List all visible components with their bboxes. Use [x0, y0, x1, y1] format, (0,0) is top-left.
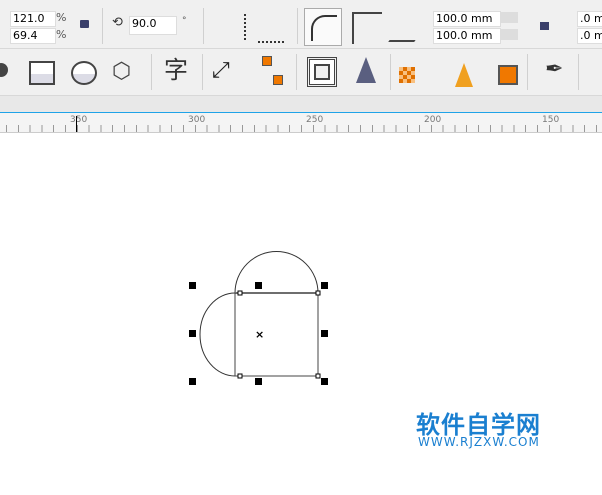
contour-icon[interactable]	[307, 57, 337, 87]
horizontal-ruler[interactable]: 350 300 250 200 150	[0, 113, 602, 133]
rotate-icon: ⟲	[112, 15, 123, 30]
separator	[202, 54, 203, 90]
corner-size-input-1[interactable]: 100.0 mm	[433, 11, 501, 27]
lock-corners-icon[interactable]	[540, 22, 549, 30]
offset-input-1[interactable]: .0 m	[577, 11, 602, 27]
ruler-label: 200	[424, 115, 442, 125]
center-mark: ×	[255, 328, 264, 341]
separator	[578, 54, 579, 90]
watermark-url: WWW.RJZXW.COM	[418, 435, 540, 449]
lock-ratio-icon[interactable]	[80, 20, 89, 28]
ruler-label: 250	[306, 115, 324, 125]
dimension-icon[interactable]: ⤢	[212, 58, 230, 84]
percent-label: %	[56, 28, 67, 41]
connector-icon[interactable]	[262, 56, 272, 66]
selected-shape[interactable]: ×	[199, 251, 321, 379]
ellipse-icon[interactable]	[71, 61, 97, 85]
separator	[296, 54, 297, 90]
spinner-1[interactable]	[500, 12, 518, 23]
pen-outline-icon[interactable]: ✒	[545, 57, 563, 83]
separator	[203, 8, 204, 44]
percent-label: %	[56, 11, 67, 24]
chamfer-corner-button[interactable]	[388, 14, 434, 42]
ruler-label: 150	[542, 115, 560, 125]
toolbox: ⬡ 字 ⤢ ✒	[0, 49, 602, 96]
rotation-input[interactable]: 90.0	[129, 16, 177, 35]
interactive-fill-icon[interactable]	[455, 63, 473, 87]
text-icon[interactable]: 字	[164, 57, 188, 83]
transparency-icon[interactable]	[356, 57, 376, 83]
separator	[297, 8, 298, 44]
separator	[527, 54, 528, 90]
round-corner-icon	[311, 15, 337, 41]
cursor-marker	[76, 116, 77, 132]
property-bar: 121.0 69.4 % % ⟲ 90.0 ° 100.0 mm 100.0 m…	[0, 0, 602, 49]
offset-input-2[interactable]: .0 m	[577, 28, 602, 44]
polygon-icon[interactable]: ⬡	[112, 61, 131, 83]
spinner-2[interactable]	[500, 29, 518, 40]
ruler-label: 300	[188, 115, 206, 125]
connector-node	[273, 75, 283, 85]
ruler-label: 350	[70, 115, 88, 125]
spiral-icon[interactable]	[0, 63, 8, 77]
degree-label: °	[182, 16, 187, 26]
scale-x-input[interactable]: 121.0	[10, 11, 56, 27]
docker-strip	[0, 96, 602, 113]
mirror-horizontal-icon[interactable]	[214, 14, 246, 40]
ruler-ticks	[0, 125, 602, 132]
mirror-vertical-icon[interactable]	[258, 13, 284, 43]
separator	[390, 54, 391, 90]
rectangle-icon[interactable]	[29, 61, 55, 85]
color-eyedropper-icon[interactable]	[399, 67, 415, 83]
corner-size-input-2[interactable]: 100.0 mm	[433, 28, 501, 44]
separator	[151, 54, 152, 90]
smart-fill-icon[interactable]	[498, 65, 518, 85]
separator	[102, 8, 103, 44]
scallop-corner-button[interactable]	[352, 12, 382, 44]
scale-y-input[interactable]: 69.4	[10, 28, 56, 44]
round-corner-button[interactable]	[304, 8, 342, 46]
